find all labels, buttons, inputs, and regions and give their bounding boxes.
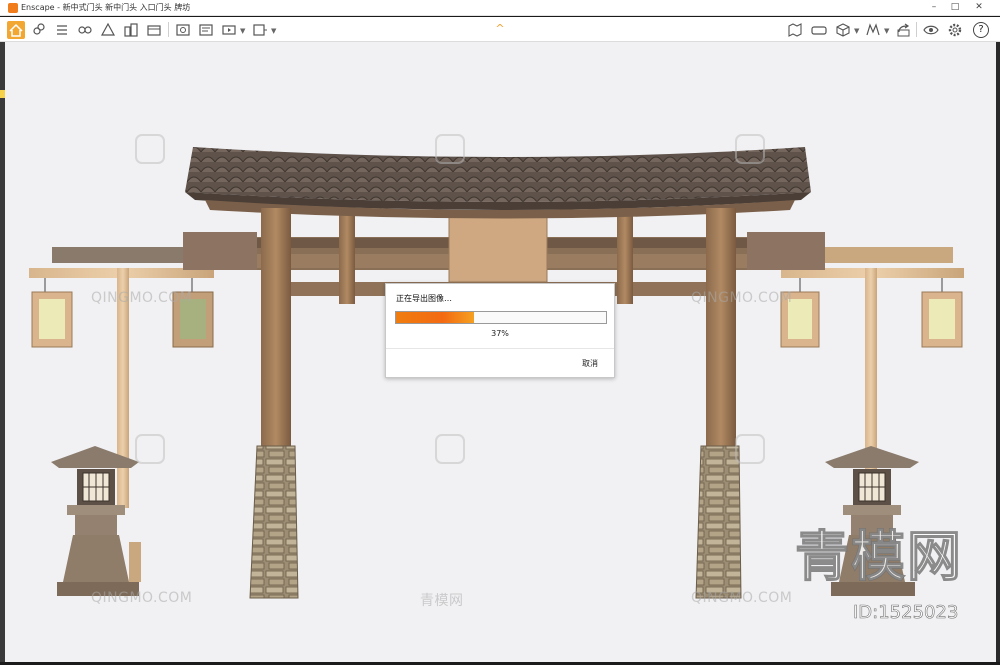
gear-icon[interactable]: [946, 21, 964, 39]
close-button[interactable]: ✕: [972, 1, 986, 14]
progress-percent-label: 37%: [491, 329, 509, 338]
cube-dropdown-caret-icon[interactable]: ▼: [854, 27, 859, 35]
toolbar-separator: [916, 22, 917, 37]
views-icon[interactable]: [76, 21, 94, 39]
buildings-icon[interactable]: [122, 21, 140, 39]
chevron-up-icon[interactable]: ^: [493, 23, 507, 35]
watermark-logo-icon: [435, 434, 465, 464]
asset-library-icon[interactable]: [99, 21, 117, 39]
share-icon[interactable]: [895, 21, 913, 39]
vr-icon[interactable]: [810, 21, 828, 39]
minimize-button[interactable]: –: [927, 1, 941, 14]
dialog-divider: [386, 348, 614, 349]
video-export-icon[interactable]: [220, 21, 238, 39]
background-window-edge: [996, 42, 1000, 662]
gate-roof: [185, 147, 811, 219]
map-icon[interactable]: [786, 21, 804, 39]
watermark-logo-icon: [435, 134, 465, 164]
link-icon[interactable]: [30, 21, 48, 39]
eye-settings-icon[interactable]: [922, 21, 940, 39]
export-progress-dialog: 正在导出图像… 37% 取消: [385, 283, 615, 378]
material-editor-icon[interactable]: [145, 21, 163, 39]
cube-icon[interactable]: [834, 21, 852, 39]
screenshot-icon[interactable]: [174, 21, 192, 39]
watermark-logo-icon: [135, 134, 165, 164]
video-dropdown-caret-icon[interactable]: ▼: [240, 27, 245, 35]
batch-render-icon[interactable]: [197, 21, 215, 39]
watermark-logo-icon: [135, 434, 165, 464]
watermark-logo-icon: [735, 134, 765, 164]
watermark-logo-icon: [735, 434, 765, 464]
maximize-button[interactable]: □: [948, 1, 962, 14]
window-title: Enscape - 新中式门头 新中门头 入口门头 牌坊: [21, 3, 191, 12]
materials-dropdown-caret-icon[interactable]: ▼: [884, 27, 889, 35]
help-button[interactable]: ?: [973, 22, 989, 38]
right-lamp-post: [780, 247, 964, 596]
enscape-window: Enscape - 新中式门头 新中门头 入口门头 牌坊 – □ ✕ ▼ ▼ ▼…: [0, 0, 1000, 665]
materials-icon[interactable]: [864, 21, 882, 39]
cancel-button[interactable]: 取消: [582, 358, 598, 369]
dialog-title: 正在导出图像…: [396, 294, 452, 303]
list-icon[interactable]: [53, 21, 71, 39]
enscape-logo-icon: [8, 3, 18, 13]
export-progress-bar: [395, 311, 607, 324]
panorama-icon[interactable]: [251, 21, 269, 39]
left-lamp-post: [29, 247, 214, 596]
toolbar-separator: [168, 22, 169, 37]
home-icon[interactable]: [7, 21, 25, 39]
panorama-dropdown-caret-icon[interactable]: ▼: [271, 27, 276, 35]
title-bar: Enscape - 新中式门头 新中门头 入口门头 牌坊 – □ ✕: [0, 0, 1000, 16]
export-progress-fill: [396, 312, 474, 323]
